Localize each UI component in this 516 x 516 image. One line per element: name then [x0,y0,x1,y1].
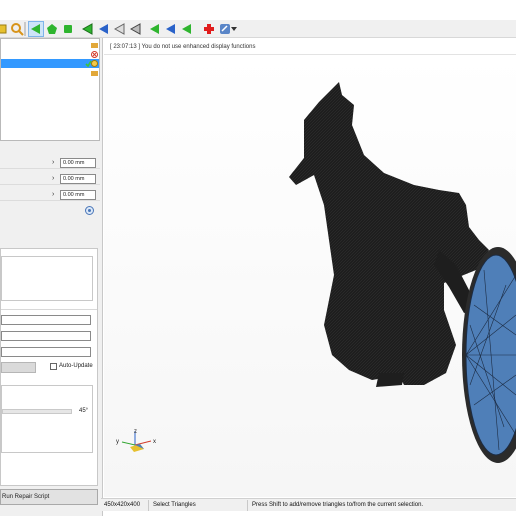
console-log: [ 23:07:13 ] You do not use enhanced dis… [104,40,516,55]
axis-label-z: z [134,429,137,435]
repair-field-3[interactable] [1,347,91,357]
select-triangle-icon[interactable] [28,21,44,37]
folder-icon[interactable] [91,70,98,76]
triangle-add-icon[interactable] [80,21,96,37]
axis-gizmo: z x y [116,429,156,452]
property-row: › 0.00 mm [0,157,100,169]
status-hint: Press Shift to add/remove triangles to/f… [252,502,424,508]
apply-icon[interactable] [85,206,94,217]
run-repair-script-button[interactable]: Run Repair Script [0,489,98,505]
axis-label-y: y [116,439,119,445]
tree-row[interactable] [1,41,99,50]
triangle-green-icon-2[interactable] [179,21,195,37]
chevron-right-icon[interactable]: › [52,175,54,182]
tree-row[interactable] [1,50,99,59]
angle-box: 45° [1,385,93,453]
property-row: › 0.00 mm [0,173,100,185]
main-toolbar [0,20,516,38]
left-panel: › 0.00 mm › 0.00 mm › 0.00 mm Auto-Updat… [0,38,103,516]
angle-slider[interactable] [2,409,72,414]
triangle-green-icon[interactable] [147,21,163,37]
update-button[interactable] [1,362,36,373]
divider [1,309,97,310]
triangle-outline-icon[interactable] [112,21,128,37]
offset-x-field[interactable]: 0.00 mm [60,158,96,168]
chevron-down-icon[interactable] [230,21,238,37]
search-icon[interactable] [9,21,25,37]
status-dimensions: 450x420x400 [104,502,141,508]
offset-y-field[interactable]: 0.00 mm [60,174,96,184]
toolbar-separator [24,22,26,36]
shell-select-icon[interactable] [60,21,76,37]
triangle-outline-icon-2[interactable] [128,21,144,37]
repair-field-2[interactable] [1,331,91,341]
lamb-model[interactable] [289,82,489,387]
3d-viewport[interactable]: z x y [104,55,516,497]
tree-row-selected[interactable] [1,59,99,68]
status-separator [148,500,149,511]
add-icon[interactable] [201,21,217,37]
axis-label-x: x [153,439,156,445]
status-bar: 450x420x400 Select Triangles Press Shift… [101,498,516,511]
model-render: z x y [116,82,516,463]
triangle-blue-icon[interactable] [96,21,112,37]
part-tree[interactable] [0,38,100,141]
property-row: › 0.00 mm [0,189,100,201]
chevron-right-icon[interactable]: › [52,191,54,198]
triangle-blue-icon-2[interactable] [163,21,179,37]
offset-z-field[interactable]: 0.00 mm [60,190,96,200]
pentagon-select-icon[interactable] [44,21,60,37]
auto-update-label: Auto-Update [59,363,93,369]
tree-row[interactable] [1,69,99,78]
auto-update-checkbox[interactable] [50,363,57,370]
folder-icon[interactable] [91,42,98,48]
chevron-right-icon[interactable]: › [52,159,54,166]
gear-icon[interactable] [91,60,98,67]
status-mode: Select Triangles [153,502,196,508]
status-separator [247,500,248,511]
repair-field-1[interactable] [1,315,91,325]
angle-value: 45° [79,408,89,414]
close-icon[interactable] [91,51,98,58]
repair-info-box [1,256,93,301]
repair-panel: Auto-Update 45° [0,248,98,486]
disc-base[interactable] [462,247,516,463]
